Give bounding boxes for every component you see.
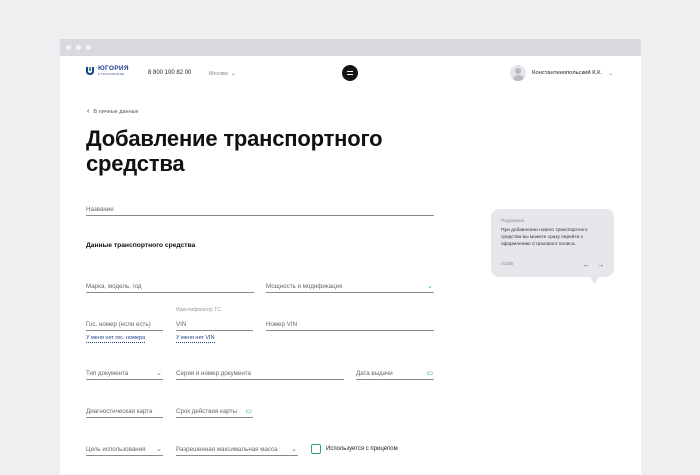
- page-title: Добавление транспортного средства: [86, 126, 383, 176]
- phone-number[interactable]: 8 800 100 82 00: [148, 70, 191, 76]
- card-validity-field[interactable]: Срок действия карты ▭: [176, 406, 253, 418]
- chevron-down-icon: ⌄: [427, 283, 433, 290]
- issue-date-field[interactable]: Дата выдачи ▭: [356, 368, 434, 380]
- calendar-icon[interactable]: ▭: [426, 370, 433, 378]
- usage-purpose-select[interactable]: Цель использования ⌄: [86, 444, 163, 456]
- brand-model-year-field[interactable]: Марка, модель, год: [86, 281, 254, 293]
- back-link-label: В личные данные: [93, 108, 139, 115]
- document-series-field[interactable]: Серия и номер документа: [176, 368, 344, 380]
- logo-subtitle: СТРАХОВАНИЕ: [98, 72, 125, 76]
- back-link[interactable]: ‹ В личные данные: [87, 108, 139, 115]
- field-label: Срок действия карты: [176, 408, 237, 415]
- chevron-down-icon: ⌄: [230, 71, 236, 77]
- field-label: Гос. номер (если есть): [86, 321, 151, 328]
- arrow-right-icon[interactable]: →: [598, 262, 605, 269]
- window-dot: [66, 45, 71, 50]
- window-dot: [76, 45, 81, 50]
- vin-field[interactable]: VIN: [176, 319, 253, 331]
- hint-navigation: ← →: [583, 262, 604, 269]
- hint-counter: 01/05: [501, 262, 514, 267]
- chevron-down-icon: ⌄: [291, 446, 297, 453]
- logo-icon: [86, 67, 94, 75]
- field-label: Номер VIN: [266, 321, 298, 328]
- field-label: VIN: [176, 321, 187, 328]
- hint-bubble-tail: [587, 275, 601, 284]
- chevron-down-icon: ⌄: [156, 370, 162, 377]
- field-label: Тип документа: [86, 370, 129, 377]
- field-label: Цель использования: [86, 446, 146, 453]
- window-dot: [86, 45, 91, 50]
- hint-bubble: Подсказка При добавлении нового транспор…: [491, 209, 614, 277]
- no-plate-link[interactable]: У меня нет гос. номера: [86, 335, 146, 343]
- menu-icon-bar: [347, 73, 353, 75]
- section-title: Данные транспортного средства: [86, 242, 196, 249]
- document-type-select[interactable]: Тип документа ⌄: [86, 368, 163, 380]
- chevron-down-icon: ⌄: [608, 70, 614, 77]
- calendar-icon[interactable]: ▭: [245, 408, 252, 416]
- diagnostic-card-field[interactable]: Диагностическая карта: [86, 406, 163, 418]
- avatar: [510, 65, 526, 81]
- arrow-left-icon[interactable]: ←: [583, 262, 590, 269]
- vehicle-name-field[interactable]: Название: [86, 204, 434, 216]
- browser-window: ЮГОРИЯ СТРАХОВАНИЕ 8 800 100 82 00 Москв…: [60, 39, 641, 475]
- max-mass-select[interactable]: Разрешенная максимальная масса ⌄: [176, 444, 298, 456]
- menu-icon-bar: [347, 71, 353, 73]
- trailer-checkbox-label: Используется с прицепом: [326, 446, 398, 452]
- trailer-checkbox[interactable]: [311, 444, 321, 454]
- hint-title: Подсказка: [501, 219, 525, 224]
- field-label: Мощность и модификация: [266, 283, 343, 290]
- hint-text: При добавлении нового транспортного сред…: [501, 228, 588, 247]
- brand-logo[interactable]: ЮГОРИЯ СТРАХОВАНИЕ: [85, 65, 129, 76]
- vin-number-field[interactable]: Номер VIN: [266, 319, 434, 331]
- chevron-down-icon: ⌄: [156, 446, 162, 453]
- field-label: Серия и номер документа: [176, 370, 251, 377]
- chevron-left-icon: ‹: [87, 108, 90, 115]
- city-selector[interactable]: Москва ⌄: [209, 70, 236, 78]
- field-label: Диагностическая карта: [86, 408, 153, 415]
- field-label: Марка, модель, год: [86, 283, 142, 290]
- vin-id-caption: Идентификатор ТС: [176, 307, 221, 313]
- user-menu[interactable]: Константинопольский К.К. ⌄: [510, 65, 613, 81]
- trailer-checkbox-row[interactable]: Используется с прицепом: [311, 444, 398, 454]
- field-label: Дата выдачи: [356, 370, 393, 377]
- user-name: Константинопольский К.К.: [532, 70, 603, 76]
- field-label: Разрешенная максимальная масса: [176, 446, 278, 453]
- city-label: Москва: [209, 70, 228, 77]
- window-titlebar: [60, 39, 641, 56]
- plate-number-field[interactable]: Гос. номер (если есть): [86, 319, 163, 331]
- power-modification-select[interactable]: Мощность и модификация ⌄: [266, 281, 434, 293]
- no-vin-link[interactable]: У меня нет VIN: [176, 335, 215, 343]
- field-label: Название: [86, 206, 114, 213]
- menu-button[interactable]: [342, 65, 358, 81]
